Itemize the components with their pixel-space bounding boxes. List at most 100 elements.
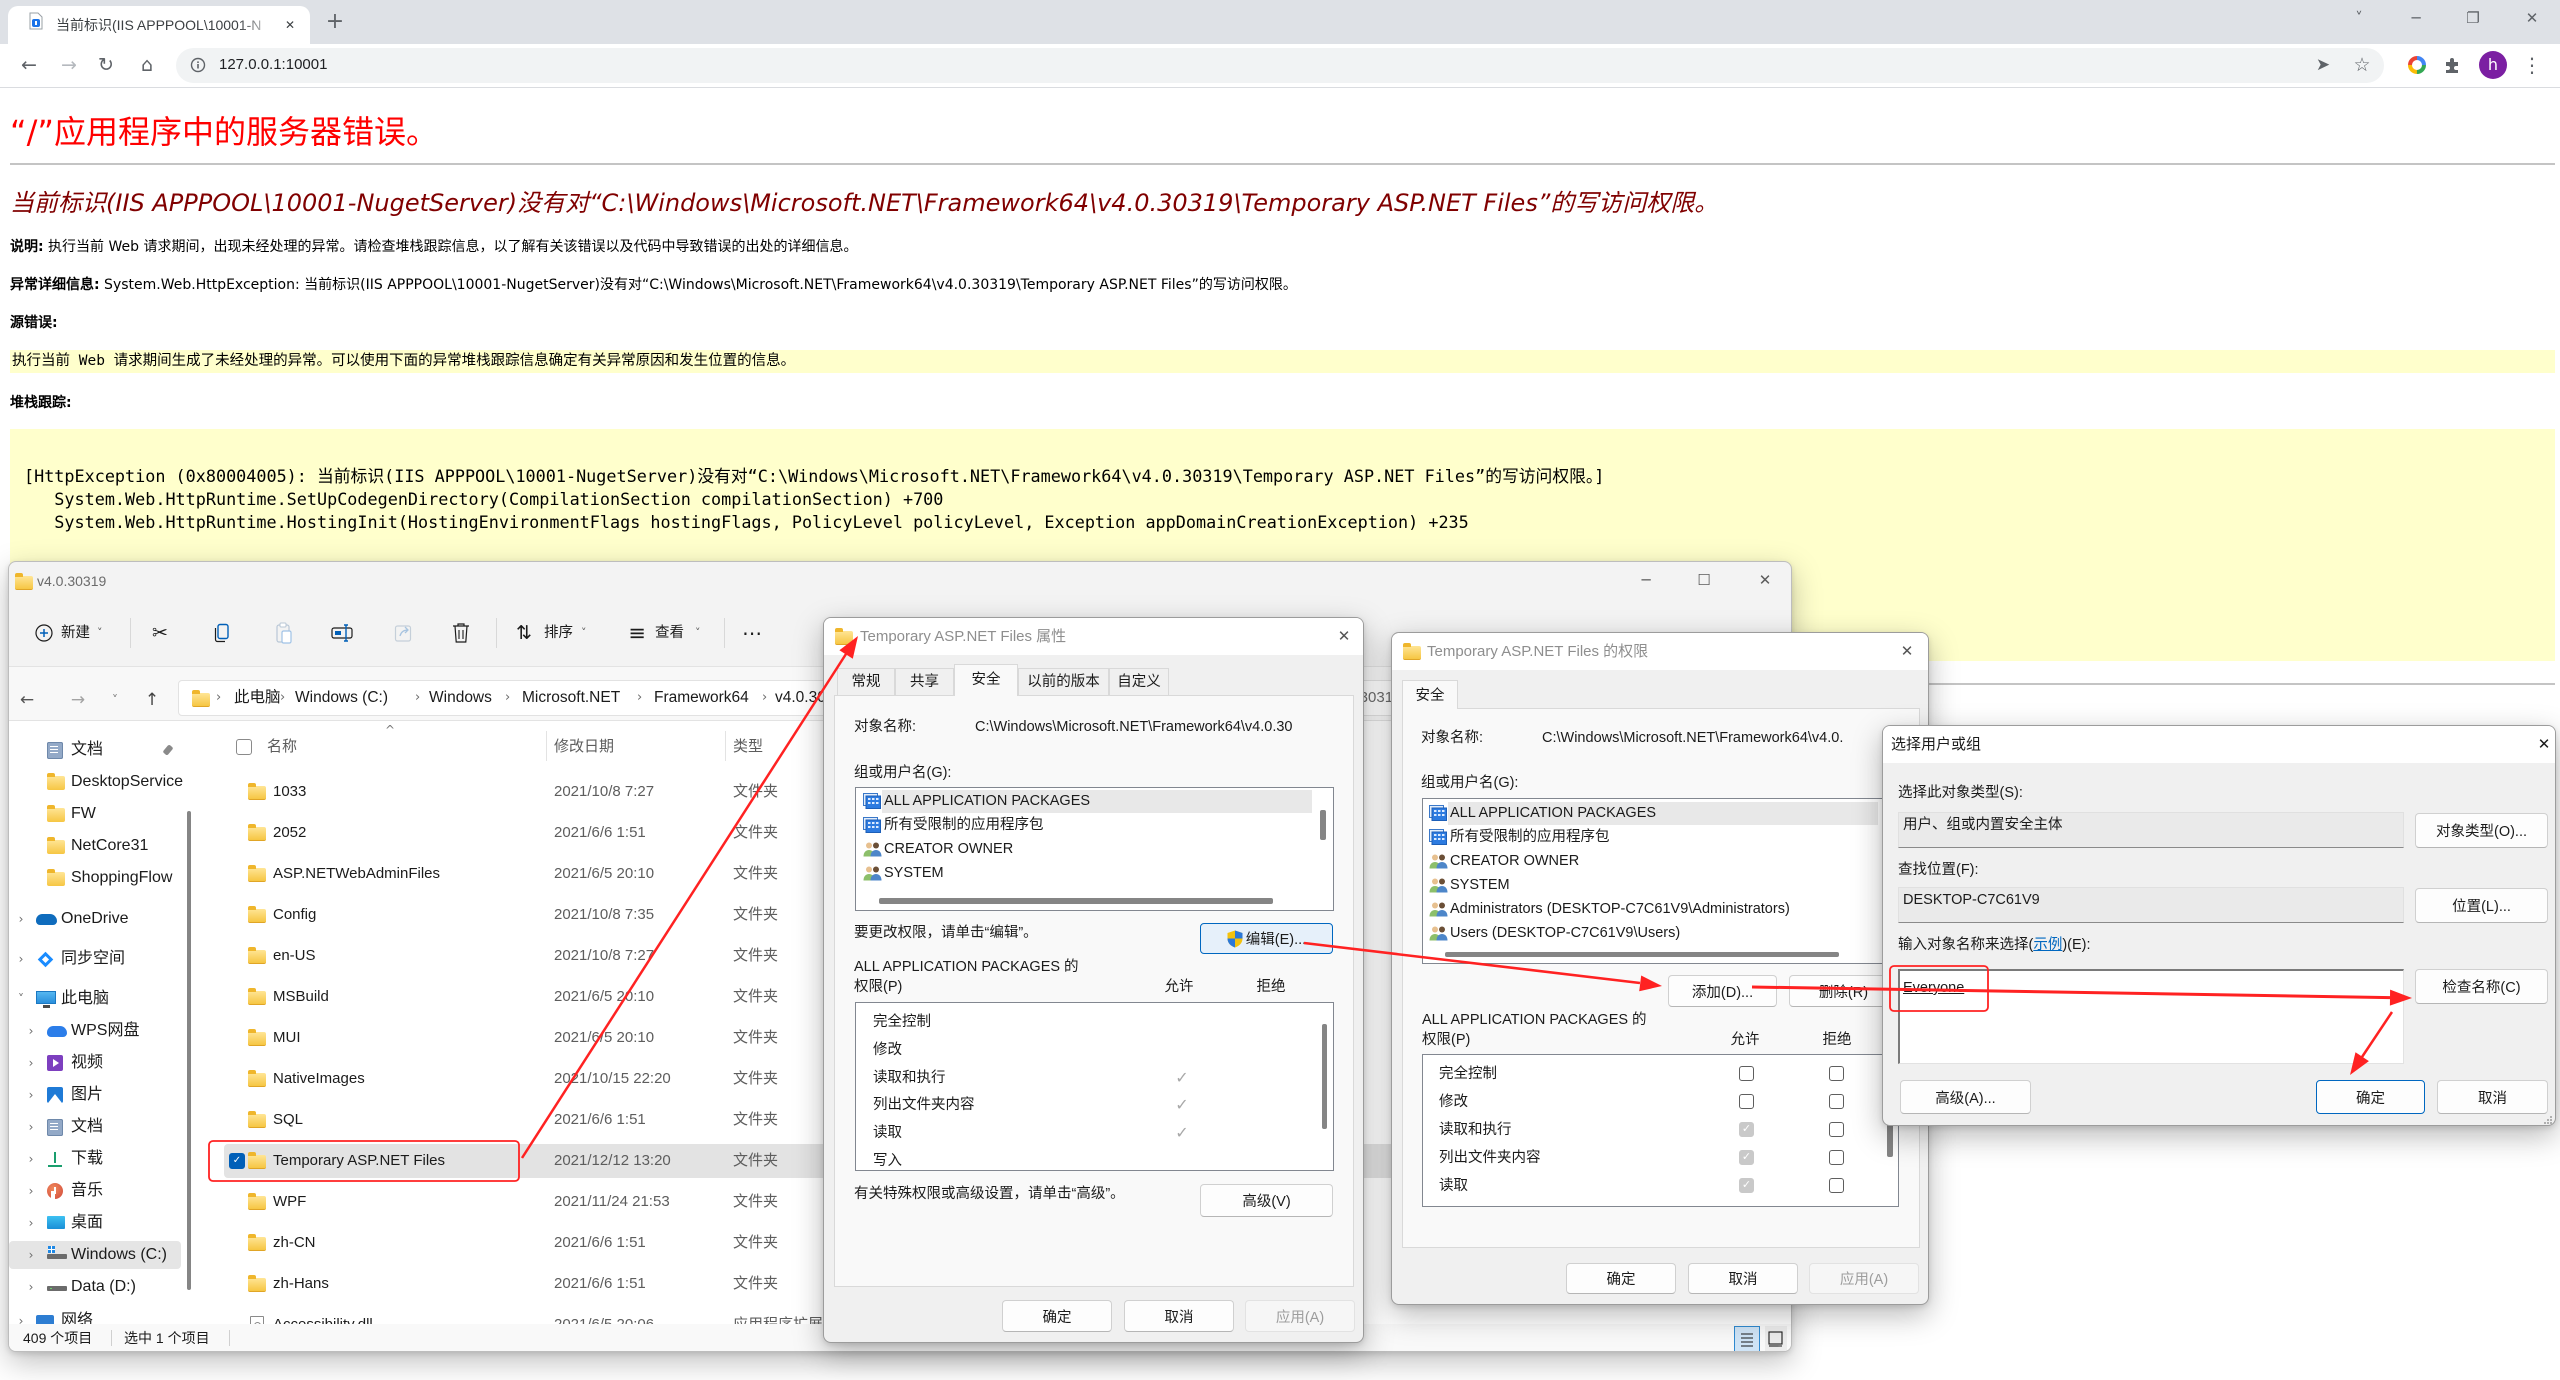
breadcrumb-separator-icon[interactable]: › — [505, 688, 510, 708]
cancel-button[interactable]: 取消 — [1688, 1263, 1798, 1294]
chevron-right-icon[interactable]: › — [25, 1277, 37, 1297]
window-minimize-button[interactable]: ─ — [2401, 6, 2431, 30]
permissions-listbox[interactable]: 完全控制 修改 读取和执行 ✓ 列出文件夹内容 ✓ 读取 ✓ — [1422, 1054, 1899, 1207]
nav-item[interactable]: › 文档 — [9, 1113, 181, 1141]
chevron-right-icon[interactable]: › — [25, 1245, 37, 1265]
group-list-item[interactable]: CREATOR OWNER — [856, 838, 1333, 860]
copy-icon[interactable] — [213, 623, 231, 648]
bookmark-star-icon[interactable]: ☆ — [2348, 53, 2376, 77]
permissions-listbox[interactable]: 完全控制 修改 读取和执行 ✓ 列出文件夹内容 ✓ 读取 ✓ 写入 — [855, 1002, 1334, 1171]
chevron-right-icon[interactable]: › — [15, 1311, 27, 1324]
allow-checkbox[interactable] — [1739, 1094, 1754, 1109]
tiles-view-button[interactable] — [1765, 1326, 1787, 1351]
chevron-down-icon[interactable]: ˅ — [97, 624, 103, 642]
breadcrumb-item[interactable]: Framework64 — [654, 688, 749, 708]
profile-avatar[interactable]: h — [2479, 51, 2507, 79]
groups-horizontal-scrollbar[interactable] — [1445, 952, 1839, 957]
url-text[interactable]: 127.0.0.1:10001 — [219, 55, 327, 75]
object-types-button[interactable]: 对象类型(O)... — [2415, 813, 2548, 848]
nav-item[interactable]: ShoppingFlow — [9, 864, 181, 892]
cut-icon[interactable]: ✂ — [148, 621, 172, 645]
explorer-forward-button[interactable]: → — [67, 688, 89, 712]
nav-item[interactable]: DesktopService — [9, 768, 183, 796]
nav-item[interactable]: ˅ 此电脑 — [9, 985, 181, 1013]
chevron-down-icon[interactable]: ˅ — [581, 624, 587, 642]
nav-item[interactable]: › 同步空间 — [9, 945, 181, 973]
group-list-item[interactable]: 所有受限制的应用程序包 — [856, 814, 1333, 836]
chevron-right-icon[interactable]: › — [25, 1181, 37, 1201]
explorer-title-bar[interactable] — [9, 562, 1791, 602]
breadcrumb-separator-icon[interactable]: › — [415, 688, 420, 708]
nav-item[interactable]: › 视频 — [9, 1049, 181, 1077]
deny-checkbox[interactable] — [1829, 1066, 1844, 1081]
nav-item[interactable]: FW — [9, 800, 181, 828]
chevron-right-icon[interactable]: › — [25, 1053, 37, 1073]
tab-previous-versions[interactable]: 以前的版本 — [1018, 668, 1109, 695]
select-users-close-button[interactable]: ✕ — [2534, 734, 2554, 754]
tab-sharing[interactable]: 共享 — [895, 668, 954, 695]
explorer-maximize-button[interactable]: ☐ — [1689, 570, 1719, 590]
resize-grip-icon[interactable] — [2543, 1113, 2553, 1125]
properties-close-button[interactable]: ✕ — [1334, 626, 1354, 646]
reload-button[interactable]: ↻ — [92, 53, 120, 77]
breadcrumb-separator-icon[interactable]: › — [216, 688, 221, 708]
paste-icon[interactable] — [275, 622, 293, 649]
view-button[interactable]: 查看 — [655, 623, 684, 643]
chevron-right-icon[interactable]: › — [25, 1149, 37, 1169]
nav-item[interactable]: › Data (D:) — [9, 1273, 181, 1301]
row-checkbox[interactable]: ✓ — [229, 1153, 245, 1169]
explorer-close-button[interactable]: ✕ — [1750, 570, 1780, 590]
forward-button[interactable]: → — [55, 53, 83, 77]
tab-security[interactable]: 安全 — [954, 664, 1018, 696]
select-users-title-bar[interactable] — [1883, 726, 2555, 763]
breadcrumb-item[interactable]: Windows (C:) — [295, 688, 388, 708]
tab-customize[interactable]: 自定义 — [1109, 668, 1169, 695]
more-options-icon[interactable]: ⋯ — [739, 620, 765, 646]
nav-item[interactable]: › 下载 — [9, 1145, 181, 1173]
group-list-item[interactable]: SYSTEM — [856, 862, 1333, 884]
add-button[interactable]: 添加(D)... — [1668, 975, 1777, 1007]
allow-checkbox[interactable] — [1739, 1066, 1754, 1081]
advanced-button[interactable]: 高级(V) — [1200, 1184, 1333, 1217]
check-names-button[interactable]: 检查名称(C) — [2415, 969, 2548, 1004]
chevron-right-icon[interactable]: › — [15, 949, 27, 969]
sort-button[interactable]: 排序 — [544, 623, 573, 643]
nav-item[interactable]: › 桌面 — [9, 1209, 181, 1237]
nav-item[interactable]: › WPS网盘 — [9, 1017, 181, 1045]
back-button[interactable]: ← — [15, 53, 43, 77]
nav-item[interactable]: › 网络 — [9, 1307, 181, 1324]
breadcrumb-item[interactable]: Microsoft.NET — [522, 688, 620, 708]
extensions-puzzle-icon[interactable] — [2443, 55, 2463, 80]
details-view-button[interactable] — [1734, 1326, 1760, 1351]
chevron-right-icon[interactable]: › — [25, 1021, 37, 1041]
breadcrumb-separator-icon[interactable]: › — [637, 688, 642, 708]
group-list-item[interactable]: ALL APPLICATION PACKAGES — [1423, 802, 1908, 825]
deny-checkbox[interactable] — [1829, 1178, 1844, 1193]
ok-button[interactable]: 确定 — [1002, 1300, 1112, 1332]
ok-button[interactable]: 确定 — [1566, 1263, 1676, 1294]
address-bar[interactable] — [176, 48, 2384, 83]
deny-checkbox[interactable] — [1829, 1094, 1844, 1109]
tab-close-icon[interactable]: ✕ — [282, 15, 298, 35]
group-list-item[interactable]: Users (DESKTOP-C7C61V9\Users) — [1423, 922, 1908, 944]
explorer-minimize-button[interactable]: ─ — [1631, 570, 1661, 590]
nav-item[interactable]: NetCore31 — [9, 832, 181, 860]
up-folder-button[interactable]: ↑ — [141, 688, 163, 712]
breadcrumb-item[interactable]: 此电脑 — [234, 688, 281, 708]
new-tab-button[interactable]: + — [325, 9, 345, 35]
chevron-right-icon[interactable]: › — [25, 1117, 37, 1137]
advanced-button[interactable]: 高级(A)... — [1900, 1080, 2031, 1114]
nav-item[interactable]: › 音乐 — [9, 1177, 181, 1205]
groups-listbox[interactable]: ALL APPLICATION PACKAGES 所有受限制的应用程序包 CREAT… — [855, 787, 1334, 911]
group-list-item[interactable]: Administrators (DESKTOP-C7C61V9\Administ… — [1423, 898, 1908, 920]
locations-button[interactable]: 位置(L)... — [2415, 888, 2548, 923]
chevron-right-icon[interactable]: › — [25, 1213, 37, 1233]
site-info-icon[interactable] — [190, 57, 206, 78]
google-extension-icon[interactable] — [2406, 54, 2428, 81]
ok-button[interactable]: 确定 — [2316, 1080, 2425, 1114]
chevron-down-icon[interactable]: ˅ — [15, 989, 27, 1009]
recent-locations-chevron-icon[interactable]: ˅ — [104, 688, 126, 712]
apply-button[interactable]: 应用(A) — [1245, 1300, 1355, 1332]
nav-item[interactable]: › Windows (C:) — [9, 1241, 181, 1269]
group-list-item[interactable]: SYSTEM — [1423, 874, 1908, 896]
